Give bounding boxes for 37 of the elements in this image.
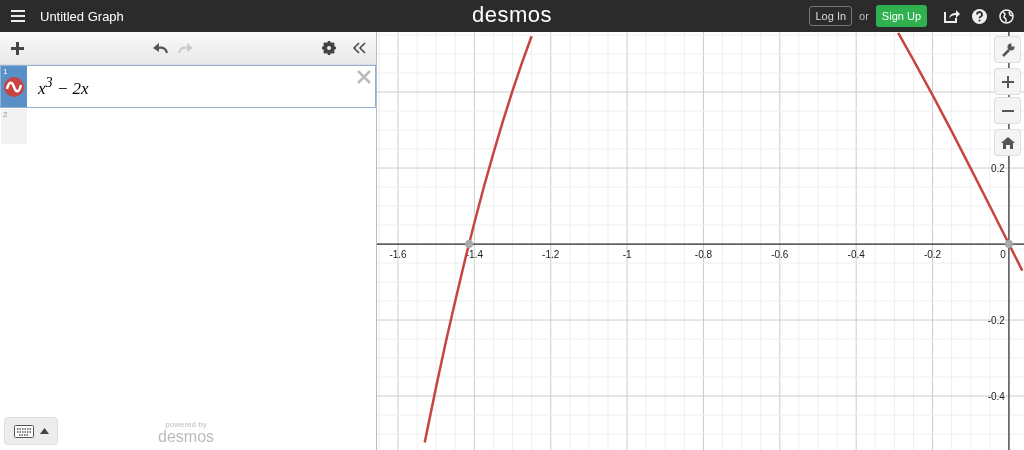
tick-label: 0.2 bbox=[991, 163, 1005, 175]
intercept-marker bbox=[465, 240, 473, 249]
keyboard-icon bbox=[13, 424, 34, 438]
tick-label: -0.8 bbox=[694, 249, 713, 261]
tick-label: -1.2 bbox=[542, 249, 560, 261]
add-icon[interactable] bbox=[8, 39, 26, 57]
logo: desmos bbox=[472, 2, 552, 28]
tick-label: 0 bbox=[1000, 249, 1006, 261]
expression-text: x$^{3}$ − 2x bbox=[37, 74, 89, 99]
tick-label: -0.4 bbox=[847, 249, 865, 261]
footer-logo: desmos bbox=[158, 429, 215, 445]
tick-label: -1 bbox=[622, 249, 632, 261]
settings-icon[interactable] bbox=[320, 39, 338, 57]
keyboard-button[interactable] bbox=[4, 417, 58, 445]
tick-label: -1.4 bbox=[465, 249, 483, 261]
tick-label: -0.6 bbox=[771, 249, 789, 261]
powered-by-text: powered by bbox=[165, 421, 207, 429]
zoom-out-button[interactable] bbox=[994, 97, 1021, 124]
line-number: 2 bbox=[3, 110, 8, 119]
login-button[interactable]: Log In bbox=[809, 6, 853, 26]
zoom-in-button[interactable] bbox=[994, 68, 1021, 95]
globe-icon[interactable] bbox=[996, 6, 1016, 26]
wrench-icon[interactable] bbox=[994, 36, 1021, 63]
tick-label: -0.2 bbox=[987, 315, 1005, 327]
plus-icon bbox=[1001, 75, 1014, 88]
tick-label: -1.6 bbox=[389, 249, 407, 261]
intercept-marker bbox=[1004, 240, 1013, 249]
expression-row[interactable]: 1 x$^{3}$ − 2x bbox=[0, 65, 376, 108]
line-number: 1 bbox=[3, 67, 8, 76]
help-icon[interactable] bbox=[969, 6, 989, 26]
graph-title: Untitled Graph bbox=[40, 8, 124, 24]
graph-style-icon[interactable] bbox=[4, 76, 24, 97]
or-text: or bbox=[859, 10, 869, 22]
home-icon[interactable] bbox=[994, 129, 1021, 156]
tick-label: -0.4 bbox=[987, 391, 1005, 403]
tick-label: -0.2 bbox=[923, 249, 942, 261]
caret-icon bbox=[39, 428, 49, 434]
